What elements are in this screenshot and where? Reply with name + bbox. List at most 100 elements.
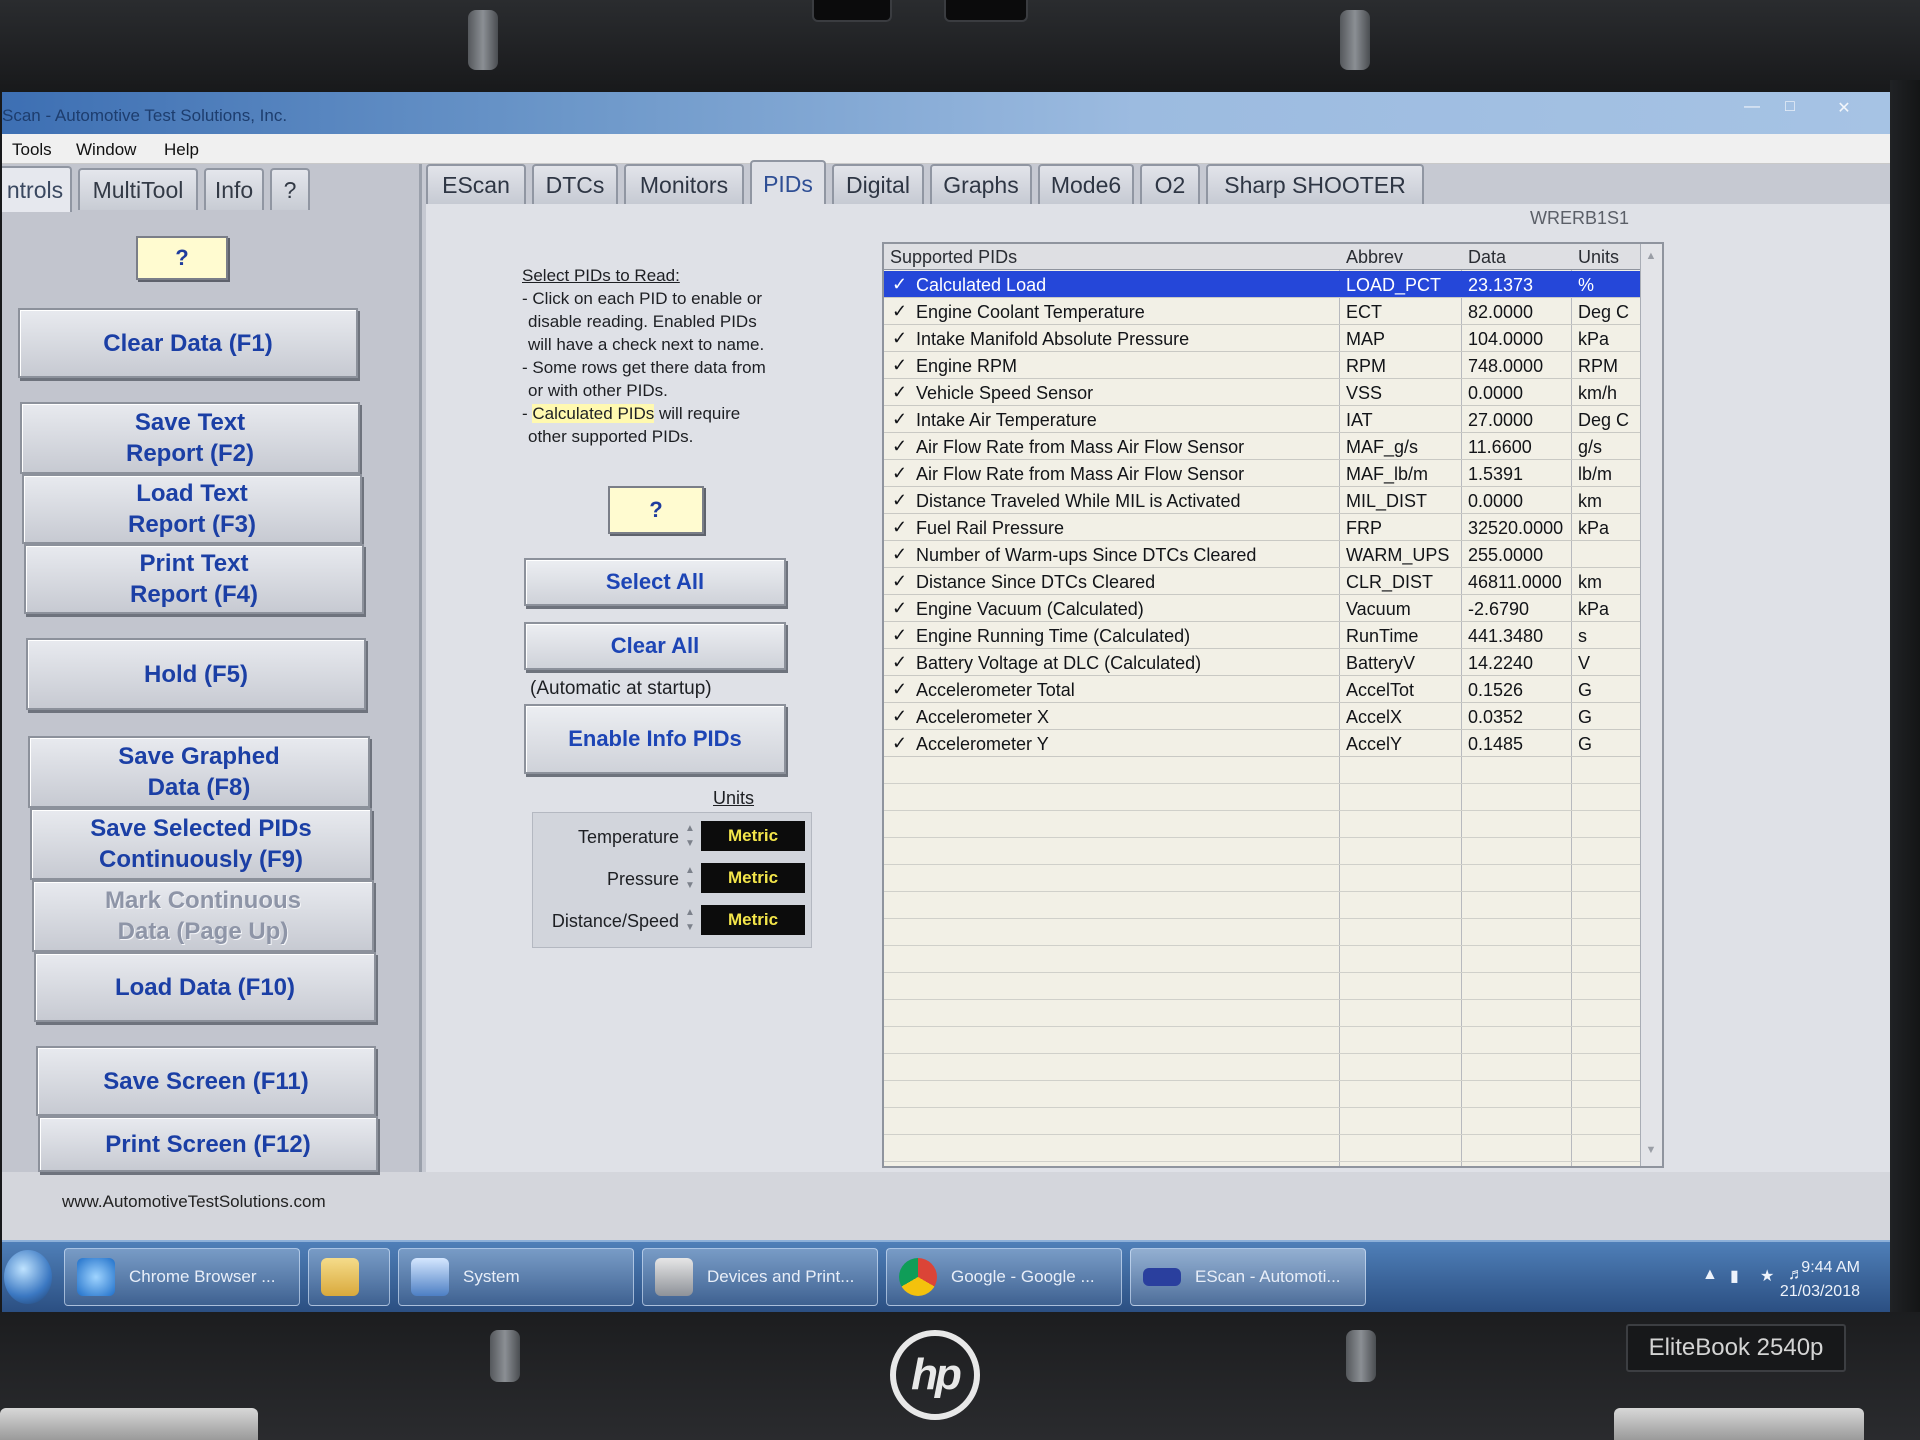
pressure-unit-value[interactable]: Metric xyxy=(701,863,805,893)
table-row[interactable]: ✓ Accelerometer Y AccelY 0.1485 G xyxy=(884,730,1662,757)
print-text-report-button[interactable]: Print Text Report (F4) xyxy=(24,544,364,614)
instructions-line: other supported PIDs. xyxy=(528,427,694,446)
save-text-report-button[interactable]: Save Text Report (F2) xyxy=(20,402,360,474)
instructions-line: will have a check next to name. xyxy=(528,335,765,354)
tab-multitool[interactable]: MultiTool xyxy=(78,168,198,210)
table-row[interactable]: ✓ Air Flow Rate from Mass Air Flow Sensor… xyxy=(884,460,1662,487)
table-row[interactable]: ✓ Intake Air Temperature IAT 27.0000 Deg C xyxy=(884,406,1662,433)
table-row[interactable]: ✓ Engine RPM RPM 748.0000 RPM xyxy=(884,352,1662,379)
start-button[interactable] xyxy=(4,1250,52,1304)
empty-row xyxy=(884,757,1662,784)
table-row[interactable]: ✓ Engine Running Time (Calculated) RunTime… xyxy=(884,622,1662,649)
hold-button[interactable]: Hold (F5) xyxy=(26,638,366,710)
distance-speed-unit-value[interactable]: Metric xyxy=(701,905,805,935)
clear-data-button[interactable]: Clear Data (F1) xyxy=(18,308,358,378)
save-screen-button[interactable]: Save Screen (F11) xyxy=(36,1046,376,1116)
tab-monitors[interactable]: Monitors xyxy=(624,164,744,204)
select-all-button[interactable]: Select All xyxy=(524,558,786,606)
spinner-icon[interactable]: ▲ ▼ xyxy=(683,905,697,935)
help-button[interactable]: ? xyxy=(136,236,228,280)
print-screen-button[interactable]: Print Screen (F12) xyxy=(38,1116,378,1172)
tab-help[interactable]: ? xyxy=(270,168,310,210)
pid-units: km/h xyxy=(1578,383,1618,403)
taskbar-system[interactable]: System xyxy=(398,1248,634,1306)
internet-explorer-icon xyxy=(77,1258,115,1296)
minimize-button[interactable]: — xyxy=(1738,98,1766,118)
unit-row-pressure: Pressure ▲ ▼ Metric xyxy=(533,861,813,895)
header-data[interactable]: Data xyxy=(1468,247,1506,268)
taskbar-clock[interactable]: 9:44 AM 21/03/2018 xyxy=(1780,1256,1860,1304)
taskbar-label: Chrome Browser ... xyxy=(129,1267,276,1286)
battery-icon[interactable]: ▮ xyxy=(1730,1266,1748,1288)
table-row[interactable]: ✓ Number of Warm-ups Since DTCs Cleared WA… xyxy=(884,541,1662,568)
pid-name: Engine Coolant Temperature xyxy=(916,302,1145,322)
pid-name: Engine Vacuum (Calculated) xyxy=(916,599,1144,619)
table-row[interactable]: ✓ Vehicle Speed Sensor VSS 0.0000 km/h xyxy=(884,379,1662,406)
tab-dtcs[interactable]: DTCs xyxy=(532,164,618,204)
table-row[interactable]: ✓ Air Flow Rate from Mass Air Flow Sensor… xyxy=(884,433,1662,460)
temperature-unit-value[interactable]: Metric xyxy=(701,821,805,851)
scroll-down-icon[interactable]: ▼ xyxy=(1644,1144,1658,1160)
checkmark-icon: ✓ xyxy=(892,274,908,294)
tab-info[interactable]: Info xyxy=(204,168,264,210)
load-text-report-button[interactable]: Load Text Report (F3) xyxy=(22,474,362,544)
pid-abbrev: MIL_DIST xyxy=(1346,491,1428,511)
menu-window[interactable]: Window xyxy=(76,140,136,160)
table-row[interactable]: ✓ Calculated Load LOAD_PCT 23.1373% xyxy=(884,271,1662,298)
spinner-icon[interactable]: ▲ ▼ xyxy=(683,821,697,851)
tab-sharp-shooter[interactable]: Sharp SHOOTER xyxy=(1206,164,1424,204)
vertical-scrollbar[interactable]: ▲ ▼ xyxy=(1640,244,1662,1166)
menu-tools[interactable]: Tools xyxy=(12,140,52,160)
spinner-icon[interactable]: ▲ ▼ xyxy=(683,863,697,893)
table-row[interactable]: ✓ Intake Manifold Absolute Pressure MAP 104… xyxy=(884,325,1662,352)
table-row[interactable]: ✓ Engine Vacuum (Calculated) Vacuum -2.6790… xyxy=(884,595,1662,622)
tab-digital[interactable]: Digital xyxy=(832,164,924,204)
table-row[interactable]: ✓ Distance Traveled While MIL is Activate… xyxy=(884,487,1662,514)
tab-pids[interactable]: PIDs xyxy=(750,160,826,206)
table-row[interactable]: ✓ Accelerometer X AccelX 0.0352 G xyxy=(884,703,1662,730)
save-graphed-data-button[interactable]: Save Graphed Data (F8) xyxy=(28,736,370,808)
website-url[interactable]: www.AutomotiveTestSolutions.com xyxy=(62,1192,326,1212)
mark-continuous-data-button[interactable]: Mark Continuous Data (Page Up) xyxy=(32,880,374,952)
taskbar-escan[interactable]: EScan - Automoti... xyxy=(1130,1248,1366,1306)
pid-help-button[interactable]: ? xyxy=(608,486,704,534)
tab-graphs[interactable]: Graphs xyxy=(930,164,1032,204)
table-row[interactable]: ✓ Battery Voltage at DLC (Calculated) Batt… xyxy=(884,649,1662,676)
pid-abbrev: FRP xyxy=(1346,518,1382,538)
maximize-button[interactable]: □ xyxy=(1776,98,1804,118)
tray-expand-icon[interactable]: ▲ xyxy=(1702,1266,1720,1288)
load-data-button[interactable]: Load Data (F10) xyxy=(34,952,376,1022)
taskbar-explorer[interactable] xyxy=(308,1248,390,1306)
enable-info-pids-button[interactable]: Enable Info PIDs xyxy=(524,704,786,774)
folder-icon xyxy=(321,1258,359,1296)
header-units[interactable]: Units xyxy=(1578,247,1619,268)
header-supported-pids[interactable]: Supported PIDs xyxy=(890,247,1017,268)
tab-escan[interactable]: EScan xyxy=(426,164,526,204)
taskbar-google-chrome[interactable]: Google - Google ... xyxy=(886,1248,1122,1306)
close-button[interactable]: ✕ xyxy=(1830,98,1858,118)
table-row[interactable]: ✓ Engine Coolant Temperature ECT 82.0000 Deg… xyxy=(884,298,1662,325)
save-selected-pids-button[interactable]: Save Selected PIDs Continuously (F9) xyxy=(30,808,372,880)
taskbar-chrome-browser[interactable]: Chrome Browser ... xyxy=(64,1248,300,1306)
tab-mode6[interactable]: Mode6 xyxy=(1038,164,1134,204)
tab-o2[interactable]: O2 xyxy=(1140,164,1200,204)
app-body: ntrols MultiTool Info ? ? Clear Data (F1… xyxy=(2,160,1890,1211)
pid-data: 27.0000 xyxy=(1468,410,1534,430)
network-icon[interactable]: ★ xyxy=(1760,1266,1778,1288)
header-abbrev[interactable]: Abbrev xyxy=(1346,247,1403,268)
taskbar-label: Devices and Print... xyxy=(707,1267,855,1286)
calculated-pids-highlight: Calculated PIDs xyxy=(532,404,655,423)
table-row[interactable]: ✓ Distance Since DTCs Cleared CLR_DIST 4681… xyxy=(884,568,1662,595)
table-row[interactable]: ✓ Fuel Rail Pressure FRP 32520.0000 kPa xyxy=(884,514,1662,541)
checkmark-icon: ✓ xyxy=(892,544,908,564)
tab-controls[interactable]: ntrols xyxy=(2,166,72,212)
checkmark-icon: ✓ xyxy=(892,652,908,672)
table-row[interactable]: ✓ Accelerometer Total AccelTot 0.1526 G xyxy=(884,676,1662,703)
clear-all-button[interactable]: Clear All xyxy=(524,622,786,670)
pid-data: 23.1373 xyxy=(1468,275,1534,295)
menu-help[interactable]: Help xyxy=(164,140,199,160)
pid-units: Deg C xyxy=(1578,410,1630,430)
pid-abbrev: MAF_g/s xyxy=(1346,437,1419,457)
taskbar-devices-printers[interactable]: Devices and Print... xyxy=(642,1248,878,1306)
scroll-up-icon[interactable]: ▲ xyxy=(1644,250,1658,266)
